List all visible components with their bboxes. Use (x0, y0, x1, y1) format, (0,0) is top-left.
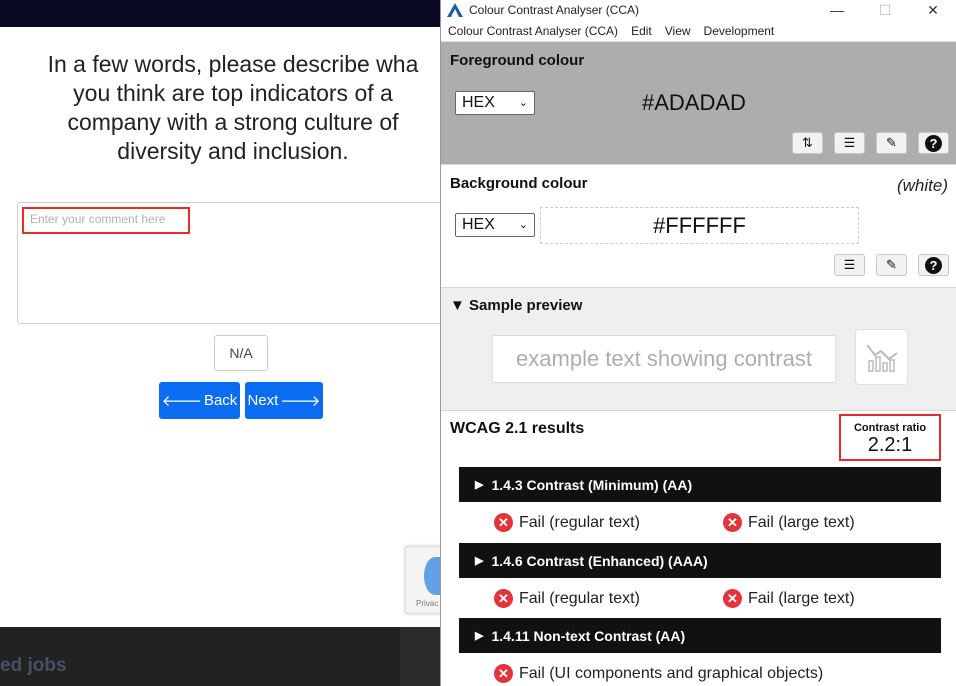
background-eyedropper-button[interactable]: ✎ (876, 254, 907, 276)
chevron-down-icon: ⌄ (518, 219, 528, 231)
result-item: ✕ Fail (large text) (723, 513, 855, 532)
eyedropper-icon: ✎ (886, 257, 897, 272)
sliders-icon: ☰ (843, 257, 856, 272)
sample-preview-title[interactable]: ▼ Sample preview (450, 297, 582, 314)
footer-brand-text: ed jobs (0, 655, 67, 676)
result-item: ✕ Fail (large text) (723, 589, 855, 608)
result-item: ✕ Fail (regular text) (494, 513, 640, 532)
foreground-help-button[interactable]: ? (918, 132, 949, 154)
next-button[interactable]: Next 🡒 (245, 382, 323, 419)
wcag-results-title: WCAG 2.1 results (450, 420, 585, 437)
survey-footer-shade (400, 627, 440, 686)
help-icon: ? (925, 134, 942, 152)
comment-placeholder: Enter your comment here (22, 207, 190, 234)
menu-development[interactable]: Development (704, 24, 775, 38)
result-label: Fail (regular text) (519, 513, 640, 531)
menu-view[interactable]: View (665, 24, 691, 38)
chevron-down-icon: ⌄ (518, 97, 528, 109)
criterion-label: 1.4.6 Contrast (Enhanced) (AAA) (491, 552, 708, 569)
swap-colours-button[interactable]: ⇅ (792, 132, 823, 154)
fail-icon: ✕ (723, 589, 742, 608)
background-colour-name: (white) (896, 176, 948, 195)
back-button-label: Back (203, 392, 238, 409)
background-title: Background colour (450, 175, 588, 192)
sample-text-preview: example text showing contrast (492, 335, 836, 383)
arrow-right-icon: 🡒 (280, 393, 321, 410)
fail-icon: ✕ (494, 513, 513, 532)
menu-app[interactable]: Colour Contrast Analyser (CCA) (448, 24, 618, 38)
fail-icon: ✕ (494, 589, 513, 608)
next-button-label: Next (247, 392, 279, 409)
expand-triangle-icon: ▶ (475, 479, 484, 491)
criterion-label: 1.4.11 Non-text Contrast (AA) (491, 627, 686, 644)
na-button[interactable]: N/A (214, 335, 268, 371)
result-label: Fail (large text) (748, 513, 855, 531)
fail-icon: ✕ (494, 664, 513, 683)
contrast-ratio-box: Contrast ratio 2.2:1 (839, 414, 941, 461)
menu-edit[interactable]: Edit (631, 24, 652, 38)
background-help-button[interactable]: ? (918, 254, 949, 276)
close-button[interactable]: ✕ (913, 0, 953, 20)
app-icon (447, 3, 463, 17)
swap-icon: ⇅ (802, 135, 813, 150)
criterion-label: 1.4.3 Contrast (Minimum) (AA) (491, 476, 693, 493)
fail-icon: ✕ (723, 513, 742, 532)
cca-window: Colour Contrast Analyser (CCA) — ☐ ✕ Col… (440, 0, 956, 686)
contrast-ratio-label: Contrast ratio (853, 422, 927, 434)
window-title: Colour Contrast Analyser (CCA) (469, 3, 640, 17)
foreground-title: Foreground colour (450, 52, 585, 69)
survey-top-bar (0, 0, 460, 27)
result-label: Fail (large text) (748, 589, 855, 607)
result-item: ✕ Fail (regular text) (494, 589, 640, 608)
background-format-select[interactable]: HEX ⌄ (455, 213, 535, 237)
menu-bar: Colour Contrast Analyser (CCA) Edit View… (441, 20, 956, 42)
maximize-button[interactable]: ☐ (865, 0, 905, 20)
result-label: Fail (UI components and graphical object… (519, 664, 824, 682)
background-format-value: HEX (462, 216, 495, 233)
criterion-1-4-6-toggle[interactable]: ▶ 1.4.6 Contrast (Enhanced) (AAA) (459, 543, 941, 578)
sliders-icon: ☰ (843, 135, 856, 150)
eyedropper-icon: ✎ (886, 135, 897, 150)
survey-question: In a few words, please describe wha you … (47, 51, 419, 164)
result-label: Fail (regular text) (519, 589, 640, 607)
expand-triangle-icon: ▶ (475, 555, 484, 567)
foreground-hex-value[interactable]: #ADADAD (642, 90, 746, 116)
foreground-eyedropper-button[interactable]: ✎ (876, 132, 907, 154)
background-sliders-button[interactable]: ☰ (834, 254, 865, 276)
result-item: ✕ Fail (UI components and graphical obje… (494, 664, 823, 683)
contrast-ratio-value: 2.2:1 (867, 434, 913, 456)
criterion-1-4-3-toggle[interactable]: ▶ 1.4.3 Contrast (Minimum) (AA) (459, 467, 941, 502)
foreground-sliders-button[interactable]: ☰ (834, 132, 865, 154)
minimize-button[interactable]: — (817, 0, 857, 20)
foreground-format-select[interactable]: HEX ⌄ (455, 91, 535, 115)
back-button[interactable]: 🡐 Back (159, 382, 240, 419)
expand-triangle-icon: ▶ (475, 630, 484, 642)
title-bar: Colour Contrast Analyser (CCA) — ☐ ✕ (441, 0, 956, 20)
graph-icon (865, 344, 898, 372)
background-hex-input[interactable]: #FFFFFF (540, 207, 859, 244)
recaptcha-badge[interactable]: Privac (405, 546, 446, 614)
recaptcha-privacy-text: Privac (416, 599, 439, 608)
sample-preview-label: Sample preview (469, 297, 583, 314)
collapse-triangle-icon: ▼ (450, 297, 465, 314)
help-icon: ? (925, 256, 942, 274)
foreground-format-value: HEX (462, 94, 495, 111)
graph-view-button[interactable] (855, 329, 908, 385)
arrow-left-icon: 🡐 (161, 393, 202, 410)
criterion-1-4-11-toggle[interactable]: ▶ 1.4.11 Non-text Contrast (AA) (459, 618, 941, 653)
